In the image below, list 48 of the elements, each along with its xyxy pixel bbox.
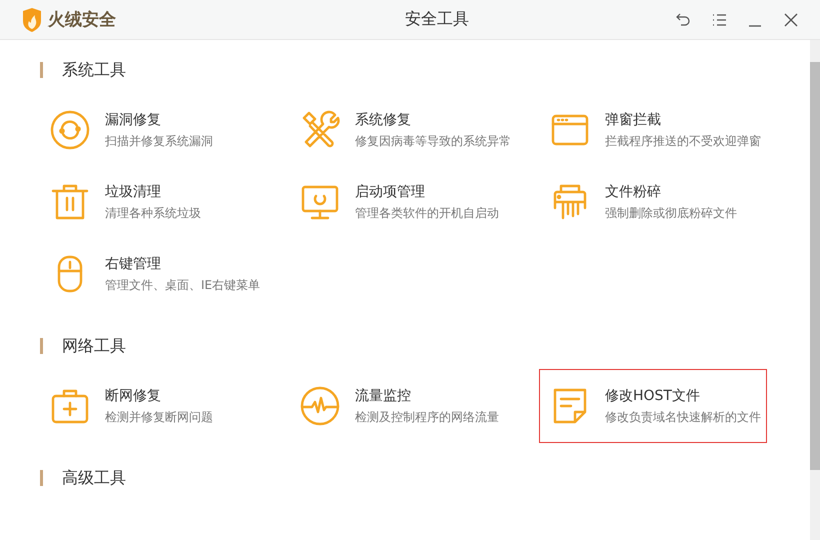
- tool-description: 检测并修复断网问题: [105, 408, 213, 426]
- tool-name: 断网修复: [105, 386, 162, 404]
- tool-name: 系统修复: [355, 110, 412, 128]
- tool-name: 流量监控: [355, 386, 412, 404]
- tool-item[interactable]: 系统修复 修复因病毒等导致的系统异常: [290, 94, 516, 166]
- tool-item[interactable]: 垃圾清理 清理各种系统垃圾: [40, 166, 266, 238]
- tool-item[interactable]: 流量监控 检测及控制程序的网络流量: [290, 370, 516, 442]
- close-icon: [783, 12, 799, 28]
- tool-item[interactable]: 弹窗拦截 拦截程序推送的不受欢迎弹窗: [540, 94, 766, 166]
- scrollbar-thumb[interactable]: [810, 62, 820, 470]
- section-marker: [40, 62, 43, 78]
- tool-item[interactable]: 启动项管理 管理各类软件的开机自启动: [290, 166, 516, 238]
- tool-item[interactable]: 修改HOST文件 修改负责域名快速解析的文件: [540, 370, 766, 442]
- tool-description: 修改负责域名快速解析的文件: [605, 408, 761, 426]
- refresh-circle-icon: [50, 110, 90, 150]
- trash-icon: [50, 182, 90, 222]
- tool-item[interactable]: 断网修复 检测并修复断网问题: [40, 370, 266, 442]
- flame-shield-logo-icon: [22, 8, 42, 32]
- section-title: 高级工具: [62, 468, 126, 488]
- section-title: 系统工具: [62, 60, 126, 80]
- section-marker: [40, 338, 43, 354]
- minimize-icon: [749, 24, 761, 26]
- tool-item[interactable]: 文件粉碎 强制删除或彻底粉碎文件: [540, 166, 766, 238]
- tool-description: 检测及控制程序的网络流量: [355, 408, 499, 426]
- tool-name: 弹窗拦截: [605, 110, 662, 128]
- tool-name: 启动项管理: [355, 182, 426, 200]
- tool-description: 强制删除或彻底粉碎文件: [605, 204, 737, 222]
- tool-name: 右键管理: [105, 254, 162, 272]
- menu-icon: [711, 12, 727, 28]
- tool-name: 垃圾清理: [105, 182, 162, 200]
- tool-description: 修复因病毒等导致的系统异常: [355, 132, 511, 150]
- wrench-screwdriver-icon: [300, 110, 340, 150]
- pulse-circle-icon: [300, 386, 340, 426]
- tool-name: 修改HOST文件: [605, 386, 701, 404]
- tool-description: 清理各种系统垃圾: [105, 204, 201, 222]
- tool-item[interactable]: 右键管理 管理文件、桌面、IE右键菜单: [40, 238, 266, 310]
- window-title: 安全工具: [404, 9, 470, 30]
- tool-name: 漏洞修复: [105, 110, 162, 128]
- section-marker: [40, 470, 43, 486]
- section-title: 网络工具: [62, 336, 126, 356]
- tool-description: 拦截程序推送的不受欢迎弹窗: [605, 132, 761, 150]
- brand-name: 火绒安全: [48, 9, 116, 31]
- tool-description: 管理文件、桌面、IE右键菜单: [105, 276, 260, 294]
- tool-description: 扫描并修复系统漏洞: [105, 132, 213, 150]
- tool-name: 文件粉碎: [605, 182, 662, 200]
- tool-description: 管理各类软件的开机自启动: [355, 204, 499, 222]
- tool-item[interactable]: 漏洞修复 扫描并修复系统漏洞: [40, 94, 266, 166]
- undo-arrow-icon: [675, 12, 691, 28]
